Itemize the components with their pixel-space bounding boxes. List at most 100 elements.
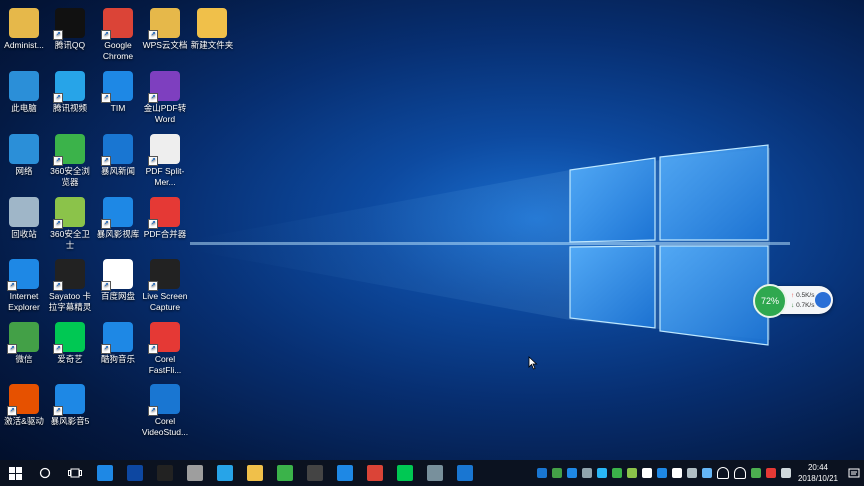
- tray-qq-icon[interactable]: [672, 468, 683, 478]
- expand-tray-icon[interactable]: [781, 468, 792, 478]
- taskbar-disk[interactable]: [180, 460, 210, 486]
- shortcut-arrow-icon: ↗: [101, 344, 111, 354]
- tray-monitor-icon[interactable]: [582, 468, 593, 478]
- taskbar-folder[interactable]: [240, 460, 270, 486]
- tray-shield-icon[interactable]: [627, 468, 638, 478]
- desktop-icon-activate-driver[interactable]: ↗ 激活&驱动: [0, 380, 48, 427]
- chrome-icon: [367, 465, 383, 481]
- desktop-icon-pdf-to-word[interactable]: ↗ 金山PDF转Word: [141, 67, 189, 125]
- shortcut-arrow-icon: ↗: [148, 219, 158, 229]
- 360-browser-icon: [277, 465, 293, 481]
- desktop-icon-label: 暴风影音5: [50, 416, 90, 426]
- desktop-icon-folder[interactable]: 新建文件夹: [188, 4, 236, 51]
- kugou-icon: ↗: [101, 322, 133, 354]
- desktop-icon-storm-player[interactable]: ↗ 暴风影音5: [46, 380, 94, 427]
- desktop-icon-sayatoo[interactable]: ↗ Sayatoo 卡拉字幕精灵: [46, 255, 94, 313]
- desktop-icon-iqiyi[interactable]: ↗ 爱奇艺: [46, 318, 94, 365]
- tray-360safe-icon[interactable]: [751, 468, 762, 478]
- shortcut-arrow-icon: ↗: [148, 93, 158, 103]
- taskbar-photoshop[interactable]: [120, 460, 150, 486]
- desktop-icon-label: Corel FastFli...: [148, 354, 182, 375]
- desktop-icon-label: Sayatoo 卡拉字幕精灵: [48, 291, 92, 312]
- storm-news-icon: [457, 465, 473, 481]
- tray-green-icon[interactable]: [552, 468, 563, 478]
- desktop-icon-user-folder[interactable]: Administ...: [0, 4, 48, 51]
- tray-360-icon[interactable]: [612, 468, 623, 478]
- desktop-icon-wps-cloud[interactable]: ↗ WPS云文档: [141, 4, 189, 51]
- tray-keyboard-icon[interactable]: [687, 468, 698, 478]
- shortcut-arrow-icon: ↗: [7, 281, 17, 291]
- taskbar-chrome[interactable]: [360, 460, 390, 486]
- desktop-icon-label: 微信: [15, 354, 33, 364]
- desktop-icon-storm-library[interactable]: ↗ 暴风影视库: [94, 193, 142, 240]
- storm-news-icon: ↗: [101, 134, 133, 166]
- taskbar-360-browser[interactable]: [270, 460, 300, 486]
- computer-icon: [9, 71, 39, 101]
- folder-icon: [247, 465, 263, 481]
- notification-center-button[interactable]: [844, 460, 864, 486]
- tray-app4-icon[interactable]: [642, 468, 653, 478]
- speed-ball-icon[interactable]: [815, 292, 831, 308]
- desktop-icon-screen-capture[interactable]: ↗ Live Screen Capture: [141, 255, 189, 313]
- desktop-icon-pdf-split[interactable]: ↗ PDF Split-Mer...: [141, 130, 189, 188]
- taskbar-ie[interactable]: [90, 460, 120, 486]
- taskbar-search-circle[interactable]: [30, 460, 60, 486]
- desktop-icon-recycle-bin[interactable]: 回收站: [0, 193, 48, 240]
- taskbar-storm-news[interactable]: [450, 460, 480, 486]
- taskbar-iqiyi[interactable]: [390, 460, 420, 486]
- desktop-icon-label: 回收站: [11, 229, 37, 239]
- desktop-icon-label: 百度网盘: [100, 291, 135, 301]
- task-view-icon: [67, 465, 83, 481]
- tray-app-icon[interactable]: [537, 468, 548, 478]
- ime-icon[interactable]: [766, 468, 777, 478]
- network-speed-widget[interactable]: 72% ↑ 0.5K/s ↓ 0.7K/s: [753, 284, 833, 318]
- desktop-icon-tim[interactable]: ↗ TIM: [94, 67, 142, 114]
- desktop-icon-corel-fastflick[interactable]: ↗ Corel FastFli...: [141, 318, 189, 376]
- memory-usage-percent: 72%: [753, 284, 787, 318]
- taskbar-task-view[interactable]: [60, 460, 90, 486]
- desktop-icon-network[interactable]: 网络: [0, 130, 48, 177]
- desktop-icon-wechat[interactable]: ↗ 微信: [0, 318, 48, 365]
- tray-app2-icon[interactable]: [567, 468, 578, 478]
- desktop-icon-label: PDF Split-Mer...: [145, 166, 185, 187]
- network-tool-icon: [427, 465, 443, 481]
- corel-videostudio-icon: ↗: [148, 384, 180, 416]
- taskbar-sayatoo[interactable]: [300, 460, 330, 486]
- desktop-icon-tencent-video[interactable]: ↗ 腾讯视频: [46, 67, 94, 114]
- desktop-icon-corel-videostudio[interactable]: ↗ Corel VideoStud...: [141, 380, 189, 438]
- tray-app3-icon[interactable]: [597, 468, 608, 478]
- taskbar-start[interactable]: [0, 460, 30, 486]
- desktop-icon-360-safe[interactable]: ↗ 360安全卫士: [46, 193, 94, 251]
- desktop-icon-ie[interactable]: ↗ Internet Explorer: [0, 255, 48, 313]
- tim-icon: ↗: [101, 71, 133, 103]
- desktop-icon-label: PDF合并器: [143, 229, 187, 239]
- taskbar: 20:44 2018/10/21: [0, 460, 864, 486]
- desktop-icon-label: Administ...: [4, 40, 44, 50]
- shortcut-arrow-icon: ↗: [148, 156, 158, 166]
- desktop-icon-pdf-merge[interactable]: ↗ PDF合并器: [141, 193, 189, 240]
- desktop-icon-storm-news[interactable]: ↗ 暴风新闻: [94, 130, 142, 177]
- taskbar-clock[interactable]: 20:44 2018/10/21: [798, 462, 838, 484]
- desktop-icon-qq[interactable]: ↗ 腾讯QQ: [46, 4, 94, 51]
- taskbar-network-tool[interactable]: [420, 460, 450, 486]
- desktop-icon-360-browser[interactable]: ↗ 360安全浏览器: [46, 130, 94, 188]
- clock-date: 2018/10/21: [797, 474, 838, 483]
- shortcut-arrow-icon: ↗: [101, 156, 111, 166]
- volume-icon[interactable]: [734, 467, 747, 479]
- wifi-icon[interactable]: [717, 467, 730, 479]
- pdf-to-word-icon: ↗: [148, 71, 180, 103]
- storm-player-icon: ↗: [53, 384, 85, 416]
- clock-time: 20:44: [807, 463, 828, 472]
- tray-bluetooth-icon[interactable]: [702, 468, 713, 478]
- desktop-icon-kugou[interactable]: ↗ 酷狗音乐: [94, 318, 142, 365]
- sayatoo-icon: ↗: [53, 259, 85, 291]
- activate-driver-icon: ↗: [7, 384, 39, 416]
- desktop-icon-baidu-netdisk[interactable]: ↗ 百度网盘: [94, 255, 142, 302]
- desktop-icon-computer[interactable]: 此电脑: [0, 67, 48, 114]
- tray-kugou-icon[interactable]: [657, 468, 668, 478]
- desktop-icon-chrome[interactable]: ↗ Google Chrome: [94, 4, 142, 62]
- taskbar-tencent-video[interactable]: [210, 460, 240, 486]
- taskbar-screen-capture[interactable]: [150, 460, 180, 486]
- shortcut-arrow-icon: ↗: [53, 406, 63, 416]
- taskbar-kugou[interactable]: [330, 460, 360, 486]
